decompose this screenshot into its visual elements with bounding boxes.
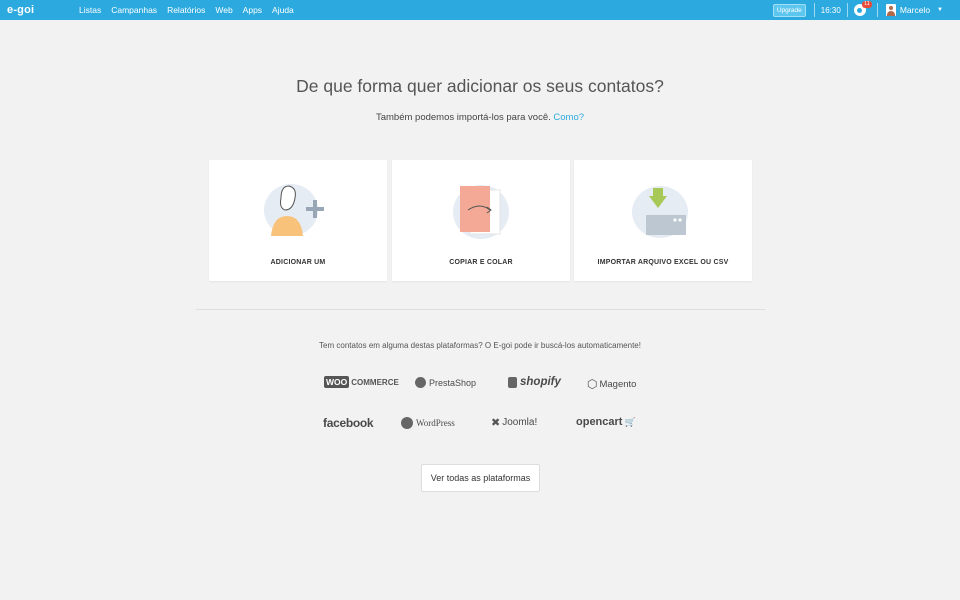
add-one-card[interactable]: ADICIONAR UM xyxy=(209,160,387,281)
user-menu[interactable]: Marcelo ▼ xyxy=(885,4,943,16)
prestashop-icon xyxy=(415,377,426,388)
cart-icon: 🛒 xyxy=(624,416,636,427)
import-file-icon xyxy=(632,186,688,238)
notification-count-badge: 11 xyxy=(862,1,872,8)
main-nav: Listas Campanhas Relatórios Web Apps Aju… xyxy=(79,5,304,15)
joomla-icon: ✖ xyxy=(491,417,501,429)
notifications-icon[interactable]: 11 xyxy=(853,1,872,16)
divider xyxy=(876,3,878,17)
add-one-label: ADICIONAR UM xyxy=(270,259,326,266)
clock: 16:30 xyxy=(820,5,841,15)
copy-paste-icon xyxy=(453,185,509,239)
page-subtitle: Também podemos importá-los para você. Co… xyxy=(0,112,960,123)
wordpress-icon xyxy=(401,417,413,429)
chevron-down-icon: ▼ xyxy=(937,7,943,13)
upgrade-button[interactable]: Upgrade xyxy=(772,3,806,17)
see-all-platforms-button[interactable]: Ver todas as plataformas xyxy=(421,464,540,492)
import-file-label: IMPORTAR ARQUIVO EXCEL OU CSV xyxy=(597,259,729,266)
platforms-intro: Tem contatos em alguma destas plataforma… xyxy=(319,341,641,350)
copy-paste-card[interactable]: COPIAR E COLAR xyxy=(392,160,570,281)
user-name: Marcelo xyxy=(899,5,931,15)
wordpress-logo[interactable]: WordPress xyxy=(401,417,455,429)
egoi-logo[interactable]: e-goi xyxy=(7,4,79,16)
joomla-logo[interactable]: ✖ Joomla! xyxy=(491,416,537,429)
facebook-logo[interactable]: facebook xyxy=(323,416,374,430)
magento-logo[interactable]: ⬡ Magento xyxy=(587,377,636,391)
joomla-text: Joomla! xyxy=(502,417,538,428)
topbar-right: Upgrade 16:30 11 Marcelo ▼ xyxy=(772,0,960,20)
how-link[interactable]: Como? xyxy=(553,112,584,123)
nav-item-apps[interactable]: Apps xyxy=(243,5,262,15)
opencart-logo[interactable]: opencart 🛒 xyxy=(576,416,636,428)
copy-paste-label: COPIAR E COLAR xyxy=(449,259,513,266)
prestashop-text: PrestaShop xyxy=(429,377,477,388)
nav-item-ajuda[interactable]: Ajuda xyxy=(272,5,294,15)
add-user-icon xyxy=(264,184,324,236)
woo-badge: WOO xyxy=(324,376,350,388)
top-navigation-bar: e-goi Listas Campanhas Relatórios Web Ap… xyxy=(0,0,960,20)
divider xyxy=(813,3,815,17)
shopify-logo[interactable]: shopify xyxy=(508,376,561,388)
page-title: De que forma quer adicionar os seus cont… xyxy=(296,76,664,96)
subtitle-text: Também podemos importá-los para você. xyxy=(375,112,551,123)
shopify-bag-icon xyxy=(508,376,517,388)
magento-icon: ⬡ xyxy=(587,377,598,391)
avatar xyxy=(885,4,896,16)
woo-text: COMMERCE xyxy=(351,377,399,387)
nav-item-listas[interactable]: Listas xyxy=(79,5,101,15)
magento-text: Magento xyxy=(599,378,637,390)
nav-item-web[interactable]: Web xyxy=(215,5,232,15)
nav-item-campanhas[interactable]: Campanhas xyxy=(111,5,157,15)
import-file-card[interactable]: IMPORTAR ARQUIVO EXCEL OU CSV xyxy=(574,160,752,281)
prestashop-logo[interactable]: PrestaShop xyxy=(415,377,476,388)
nav-item-relatorios[interactable]: Relatórios xyxy=(167,5,205,15)
divider xyxy=(846,3,848,17)
opencart-text: opencart xyxy=(576,416,623,428)
wordpress-text: WordPress xyxy=(416,418,455,428)
woocommerce-logo[interactable]: WOO COMMERCE xyxy=(324,376,399,388)
shopify-text: shopify xyxy=(520,376,561,388)
section-divider xyxy=(196,309,765,310)
